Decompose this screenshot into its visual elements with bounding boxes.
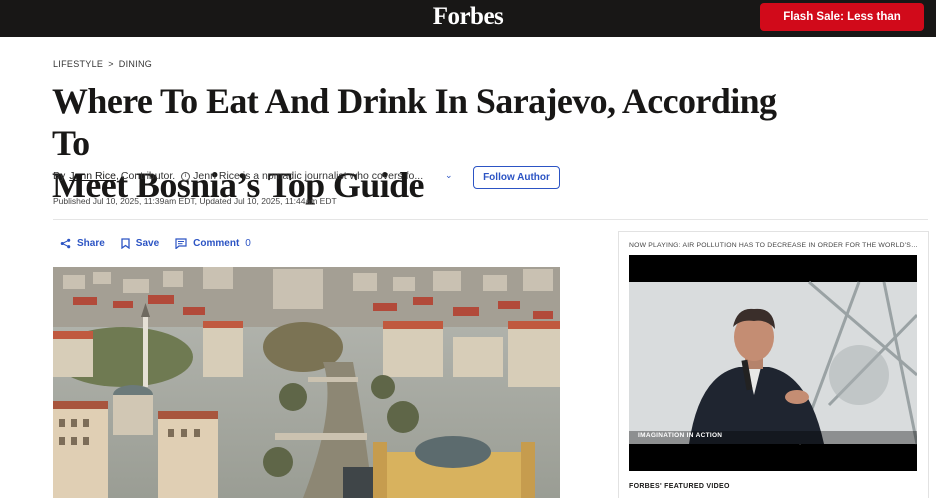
- chevron-down-icon[interactable]: ⌄: [445, 170, 453, 181]
- author-bio-text: Jenn Rice is a nomadic journalist who co…: [193, 170, 424, 182]
- article-title: Where To Eat And Drink In Sarajevo, Acco…: [52, 80, 812, 206]
- video-player[interactable]: IMAGINATION IN ACTION: [629, 255, 917, 471]
- byline-comma: ,: [115, 170, 119, 182]
- sarajevo-cityscape-illustration: [53, 267, 560, 498]
- article-title-line-1: Where To Eat And Drink In Sarajevo, Acco…: [52, 81, 777, 163]
- author-link[interactable]: Jenn Rice: [69, 170, 116, 182]
- hero-image-sarajevo: [53, 267, 560, 498]
- breadcrumb-separator: >: [108, 59, 114, 69]
- share-button[interactable]: Share: [60, 238, 105, 249]
- video-caption: IMAGINATION IN ACTION: [638, 432, 723, 439]
- by-label: By: [53, 170, 66, 182]
- featured-video-label: FORBES' FEATURED VIDEO: [629, 483, 730, 490]
- comment-count: 0: [245, 238, 251, 249]
- top-navigation-bar: Forbes Flash Sale: Less than $1/week: [0, 0, 936, 51]
- divider: [53, 219, 928, 220]
- author-role: Contributor.: [120, 170, 176, 182]
- share-label: Share: [77, 238, 105, 249]
- byline: By Jenn Rice, Contributor. i Jenn Rice i…: [53, 170, 423, 182]
- comment-button[interactable]: Comment 0: [175, 238, 251, 249]
- breadcrumb-lifestyle[interactable]: LIFESTYLE: [53, 59, 103, 69]
- flash-sale-button[interactable]: Flash Sale: Less than $1/week: [760, 3, 924, 51]
- featured-video-panel: NOW PLAYING: AIR POLLUTION HAS TO DECREA…: [618, 231, 929, 498]
- save-label: Save: [135, 238, 160, 249]
- publish-date: Published Jul 10, 2025, 11:39am EDT, Upd…: [53, 196, 337, 206]
- breadcrumb-dining[interactable]: DINING: [119, 59, 152, 69]
- follow-author-button[interactable]: Follow Author: [473, 166, 560, 189]
- author-bio[interactable]: i Jenn Rice is a nomadic journalist who …: [181, 170, 423, 182]
- save-button[interactable]: Save: [121, 238, 159, 249]
- share-icon: [60, 238, 71, 249]
- now-playing-title[interactable]: NOW PLAYING: AIR POLLUTION HAS TO DECREA…: [629, 242, 919, 249]
- comment-label: Comment: [193, 238, 240, 249]
- bookmark-icon: [121, 238, 130, 249]
- breadcrumb: LIFESTYLE > DINING: [53, 59, 152, 69]
- article-actions: Share Save Comment 0: [60, 238, 267, 249]
- comment-icon: [175, 238, 187, 249]
- info-icon: i: [181, 171, 191, 181]
